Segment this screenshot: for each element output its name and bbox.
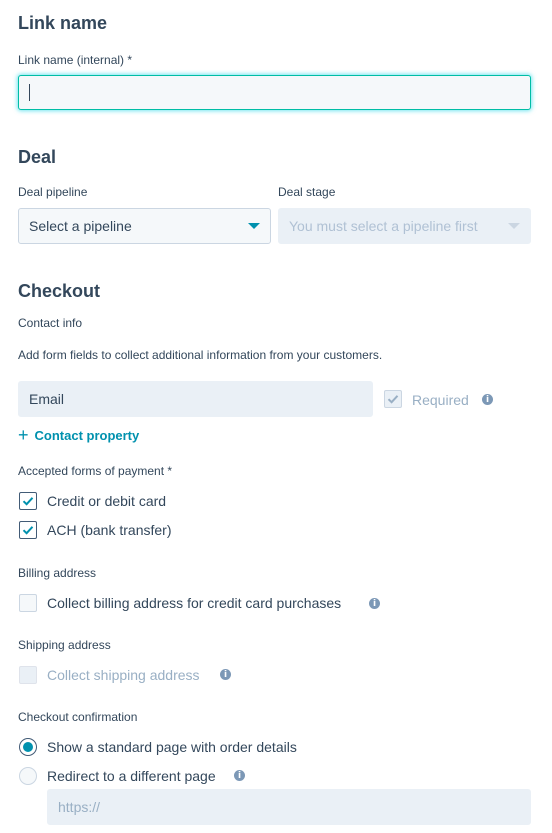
link-name-input[interactable] [18,75,531,110]
link-name-label: Link name (internal) * [18,53,133,67]
credit-card-option: Credit or debit card [47,493,167,509]
check-icon [387,395,399,404]
link-name-heading: Link name [18,13,108,33]
shipping-label: Shipping address [18,638,111,652]
info-icon[interactable]: i [482,394,493,405]
billing-label: Billing address [18,566,97,580]
checkout-heading: Checkout [18,281,101,301]
info-icon[interactable]: i [220,669,231,680]
email-field[interactable]: Email [18,381,373,417]
billing-checkbox[interactable] [19,594,37,612]
text-cursor [29,84,30,101]
chevron-down-icon [508,223,520,229]
add-contact-property-link[interactable]: + Contact property [18,426,139,444]
redirect-url-placeholder: https:// [58,799,101,815]
check-icon [22,526,34,535]
standard-page-option: Show a standard page with order details [47,739,297,755]
deal-pipeline-label: Deal pipeline [18,185,88,199]
deal-stage-value: You must select a pipeline first [289,218,478,234]
redirect-option: Redirect to a different page [47,768,216,784]
contact-info-help: Add form fields to collect additional in… [18,348,383,362]
info-icon[interactable]: i [369,598,380,609]
plus-icon: + [18,425,29,445]
payment-label: Accepted forms of payment * [18,464,173,478]
required-checkbox[interactable] [384,390,402,408]
redirect-url-input[interactable]: https:// [47,789,531,825]
credit-card-checkbox[interactable] [19,492,37,510]
deal-pipeline-select[interactable]: Select a pipeline [18,208,271,244]
billing-option: Collect billing address for credit card … [47,595,342,611]
standard-page-radio[interactable] [19,738,37,756]
deal-stage-label: Deal stage [278,185,336,199]
email-field-label: Email [29,391,65,407]
shipping-checkbox[interactable] [19,666,37,684]
deal-pipeline-value: Select a pipeline [29,218,132,234]
ach-checkbox[interactable] [19,521,37,539]
check-icon [22,497,34,506]
confirmation-label: Checkout confirmation [18,710,138,724]
ach-option: ACH (bank transfer) [47,522,172,538]
deal-heading: Deal [18,147,57,167]
chevron-down-icon [248,223,260,229]
redirect-radio[interactable] [19,767,37,785]
required-label: Required [412,392,469,408]
contact-info-label: Contact info [18,316,83,330]
shipping-option: Collect shipping address [47,667,200,683]
radio-dot [23,742,33,752]
deal-stage-select[interactable]: You must select a pipeline first [278,208,531,244]
add-contact-property-label: Contact property [34,427,140,443]
info-icon[interactable]: i [234,770,245,781]
